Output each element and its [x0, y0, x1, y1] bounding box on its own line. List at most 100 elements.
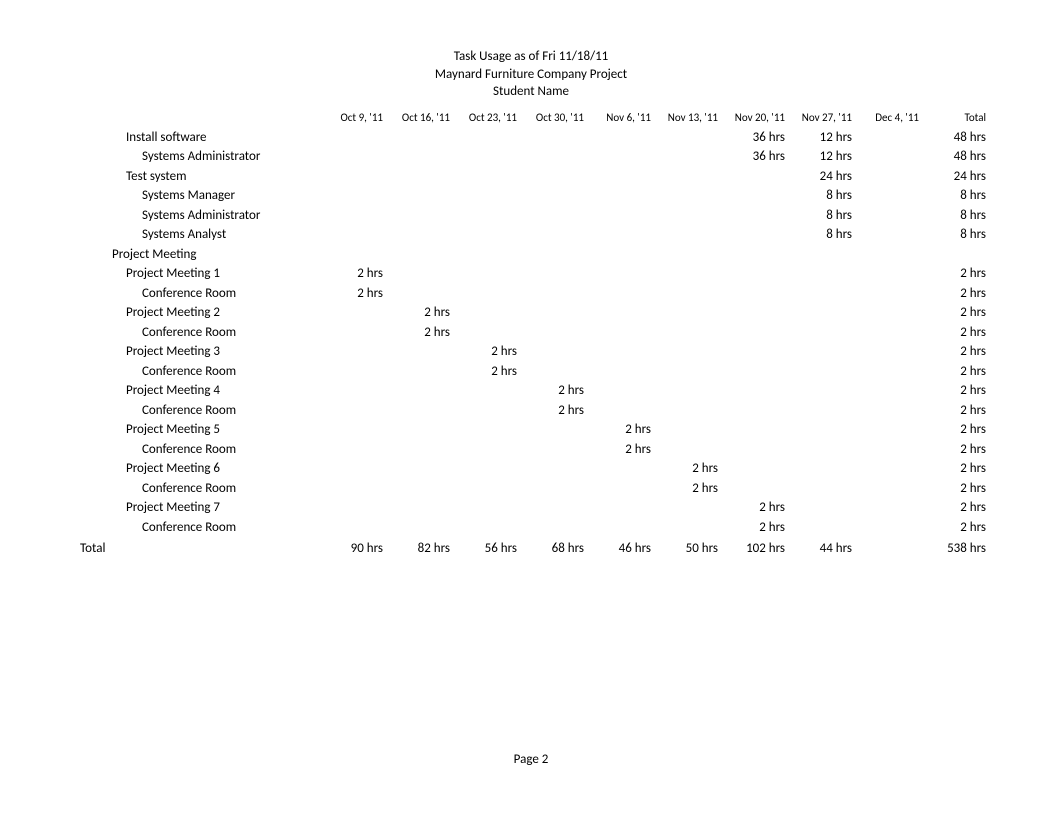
cell-value — [387, 401, 454, 421]
cell-value — [655, 225, 722, 245]
cell-value — [722, 245, 789, 265]
task-name: Conference Room — [70, 284, 320, 304]
cell-value — [856, 498, 923, 518]
cell-value — [454, 245, 521, 265]
cell-value — [655, 186, 722, 206]
task-name: Systems Administrator — [70, 206, 320, 226]
total-value: 46 hrs — [588, 537, 655, 559]
cell-value — [722, 264, 789, 284]
cell-value — [454, 440, 521, 460]
cell-value: 2 hrs — [923, 342, 990, 362]
cell-value — [521, 167, 588, 187]
table-row: Systems Manager8 hrs8 hrs — [70, 186, 990, 206]
page-footer: Page 2 — [0, 752, 1062, 767]
cell-value — [588, 342, 655, 362]
cell-value — [521, 206, 588, 226]
cell-value — [320, 459, 387, 479]
cell-value: 2 hrs — [320, 264, 387, 284]
cell-value — [387, 362, 454, 382]
cell-value — [655, 381, 722, 401]
table-row: Project Meeting 62 hrs2 hrs — [70, 459, 990, 479]
cell-value — [923, 245, 990, 265]
task-name: Conference Room — [70, 479, 320, 499]
cell-value — [655, 342, 722, 362]
cell-value: 2 hrs — [655, 479, 722, 499]
task-usage-table: Oct 9, '11 Oct 16, '11 Oct 23, '11 Oct 3… — [70, 108, 990, 559]
cell-value: 8 hrs — [923, 186, 990, 206]
table-row: Conference Room 2 hrs 2 hrs — [70, 479, 990, 499]
cell-value — [722, 323, 789, 343]
cell-value — [521, 147, 588, 167]
cell-value — [320, 381, 387, 401]
cell-value — [320, 518, 387, 538]
cell-value — [454, 167, 521, 187]
cell-value — [856, 401, 923, 421]
cell-value — [320, 167, 387, 187]
cell-value — [789, 342, 856, 362]
cell-value: 2 hrs — [923, 264, 990, 284]
cell-value — [856, 323, 923, 343]
cell-value: 12 hrs — [789, 128, 856, 148]
cell-value: 2 hrs — [923, 459, 990, 479]
cell-value — [521, 264, 588, 284]
total-value: 50 hrs — [655, 537, 722, 559]
cell-value — [387, 206, 454, 226]
cell-value — [521, 186, 588, 206]
cell-value — [722, 206, 789, 226]
cell-value — [387, 225, 454, 245]
cell-value — [320, 362, 387, 382]
cell-value: 2 hrs — [923, 362, 990, 382]
cell-value — [789, 284, 856, 304]
cell-value — [655, 440, 722, 460]
cell-value — [320, 440, 387, 460]
cell-value — [521, 128, 588, 148]
cell-value — [320, 225, 387, 245]
cell-value — [387, 245, 454, 265]
cell-value — [789, 303, 856, 323]
cell-value: 2 hrs — [320, 284, 387, 304]
cell-value: 2 hrs — [722, 498, 789, 518]
cell-value — [387, 167, 454, 187]
cell-value — [320, 128, 387, 148]
cell-value — [789, 401, 856, 421]
cell-value — [722, 420, 789, 440]
cell-value — [856, 303, 923, 323]
cell-value — [387, 284, 454, 304]
report-title-line2: Maynard Furniture Company Project — [0, 66, 1062, 84]
cell-value — [856, 362, 923, 382]
cell-value — [454, 303, 521, 323]
cell-value — [521, 479, 588, 499]
table-row: Systems Administrator8 hrs8 hrs — [70, 206, 990, 226]
task-name: Project Meeting — [70, 245, 320, 265]
total-value: 56 hrs — [454, 537, 521, 559]
table-row: Conference Room2 hrs2 hrs — [70, 440, 990, 460]
cell-value — [722, 440, 789, 460]
table-row: Install software36 hrs12 hrs48 hrs — [70, 128, 990, 148]
cell-value: 2 hrs — [387, 323, 454, 343]
cell-value — [655, 362, 722, 382]
cell-value — [454, 284, 521, 304]
total-value: 44 hrs — [789, 537, 856, 559]
cell-value — [789, 440, 856, 460]
cell-value — [454, 225, 521, 245]
cell-value — [856, 479, 923, 499]
cell-value: 2 hrs — [521, 381, 588, 401]
col-header: Total — [923, 108, 990, 128]
cell-value: 8 hrs — [923, 225, 990, 245]
cell-value: 2 hrs — [923, 401, 990, 421]
task-name: Systems Administrator — [70, 147, 320, 167]
cell-value: 2 hrs — [923, 284, 990, 304]
cell-value — [521, 440, 588, 460]
col-header: Nov 20, '11 — [722, 108, 789, 128]
cell-value: 2 hrs — [923, 518, 990, 538]
cell-value — [856, 284, 923, 304]
table-row: Systems Administrator36 hrs12 hrs48 hrs — [70, 147, 990, 167]
cell-value — [655, 518, 722, 538]
cell-value: 12 hrs — [789, 147, 856, 167]
cell-value: 2 hrs — [655, 459, 722, 479]
cell-value — [588, 518, 655, 538]
table-row: Test system24 hrs24 hrs — [70, 167, 990, 187]
cell-value: 2 hrs — [923, 479, 990, 499]
cell-value — [454, 459, 521, 479]
cell-value — [655, 323, 722, 343]
